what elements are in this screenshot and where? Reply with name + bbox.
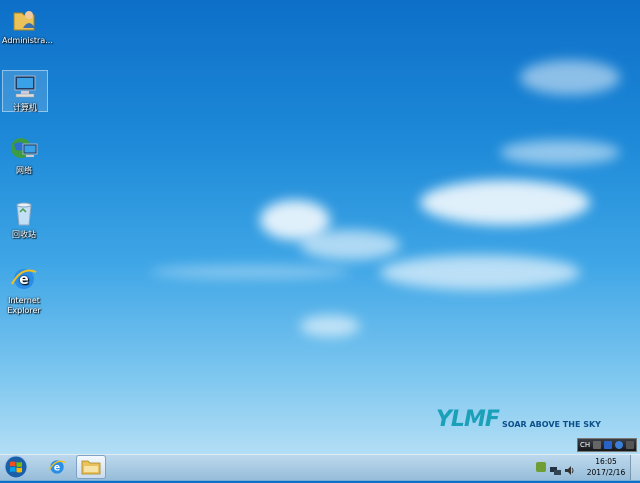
desktop-icon-label: 回收站 [12,230,36,239]
recycle-bin-icon [9,198,39,228]
network-status-icon[interactable] [550,461,561,475]
show-desktop-button[interactable] [630,455,640,480]
language-bar[interactable]: CH [577,438,637,452]
desktop-icon-recycle-bin[interactable]: 回收站 [2,198,46,240]
volume-icon[interactable] [564,461,575,475]
desktop-icon-internet-explorer[interactable]: e Internet Explorer [2,264,46,316]
desktop-icon-label: Internet [8,296,40,305]
desktop-icon-label: Administra... [2,36,53,45]
desktop-icon-label: 网络 [16,166,32,175]
ime-settings-icon[interactable] [593,441,602,449]
windows-start-icon [4,455,28,479]
clock-date: 2017/2/16 [586,468,626,477]
user-folder-icon [9,4,39,34]
logo-tagline: SOAR ABOVE THE SKY [502,420,601,429]
start-button[interactable] [3,455,29,479]
desktop-icon-label: Explorer [7,306,41,315]
logo-mark: YLMF [436,407,500,432]
action-center-icon[interactable] [536,462,546,472]
desktop-icon-administrator[interactable]: Administra... [2,4,53,46]
taskbar-clock[interactable]: 16:05 2017/2/16 [586,456,626,478]
language-label[interactable]: CH [580,441,590,449]
desktop-icon-computer[interactable]: 计算机 [2,70,48,112]
help-icon[interactable] [615,441,624,449]
desktop-icon-label: 计算机 [13,103,37,112]
internet-explorer-icon: e [9,264,39,294]
clock-time: 16:05 [595,457,617,466]
internet-explorer-icon: e [48,460,66,474]
network-icon [9,134,39,164]
taskbar-internet-explorer-button[interactable]: e [42,455,72,479]
desktop-icon-network[interactable]: 网络 [2,134,46,176]
taskbar-file-explorer-button[interactable] [76,455,106,479]
file-explorer-icon [81,460,101,475]
ime-mode-icon[interactable] [604,441,613,449]
computer-icon [10,71,40,101]
options-icon[interactable] [626,441,634,449]
